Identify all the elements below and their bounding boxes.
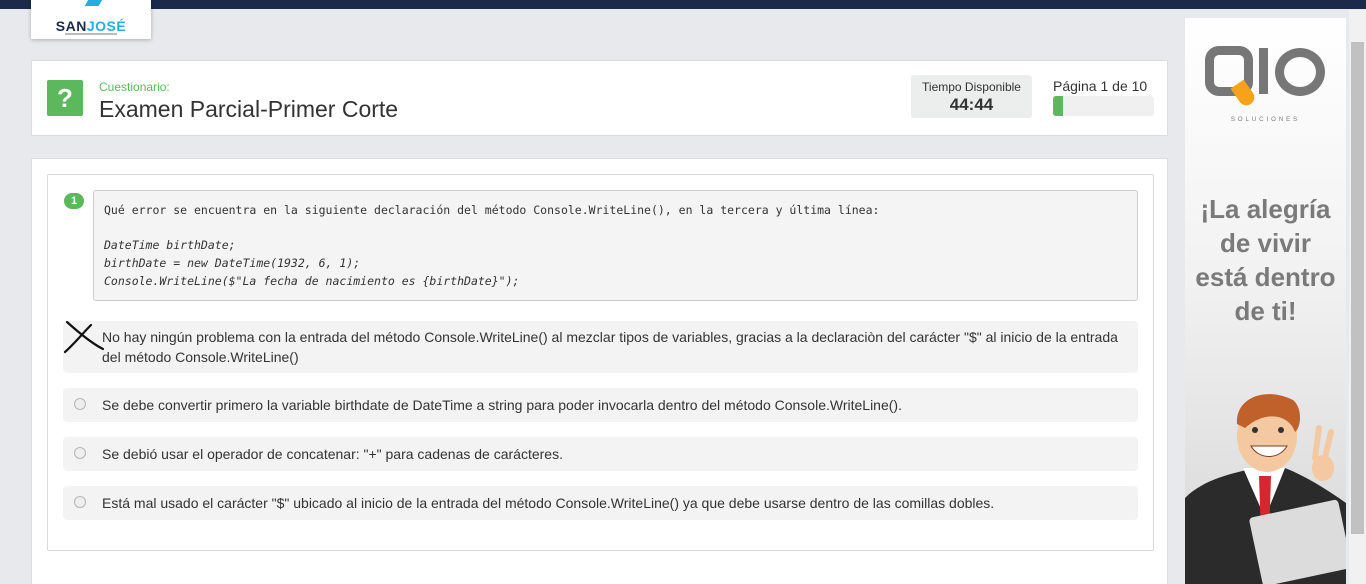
timer-label: Tiempo Disponible bbox=[922, 80, 1021, 94]
progress-bar-fill bbox=[1053, 96, 1064, 116]
answer-option[interactable]: Se debió usar el operador de concatenar:… bbox=[63, 437, 1138, 471]
question-number-badge: 1 bbox=[64, 193, 84, 209]
logo-subline bbox=[65, 33, 117, 35]
answer-option-label: Está mal usado el carácter "$" ubicado a… bbox=[102, 495, 995, 511]
question-panel: 1 Qué error se encuentra en la siguiente… bbox=[47, 174, 1154, 551]
answer-option-label: Se debió usar el operador de concatenar:… bbox=[102, 446, 563, 462]
answer-option[interactable]: No hay ningún problema con la entrada de… bbox=[63, 320, 1138, 373]
page-scrollbar[interactable] bbox=[1349, 10, 1366, 584]
code-line: DateTime birthDate; bbox=[104, 238, 236, 252]
quiz-header: ? Cuestionario: Examen Parcial-Primer Co… bbox=[31, 60, 1168, 136]
top-navbar bbox=[0, 0, 1366, 9]
radio-circle-icon[interactable] bbox=[74, 496, 86, 508]
quiz-label: Cuestionario: bbox=[99, 80, 170, 94]
question-prompt: Qué error se encuentra en la siguiente d… bbox=[104, 203, 880, 217]
answer-option-label: No hay ningún problema con la entrada de… bbox=[102, 329, 1118, 345]
code-line: birthDate = new DateTime(1932, 6, 1); bbox=[104, 256, 361, 270]
answer-option[interactable]: Está mal usado el carácter "$" ubicado a… bbox=[63, 486, 1138, 520]
progress-bar bbox=[1053, 96, 1154, 116]
scrollbar-thumb[interactable] bbox=[1351, 42, 1364, 534]
ad-logo-o-icon bbox=[1275, 48, 1325, 96]
code-line: Console.WriteLine($"La fecha de nacimien… bbox=[104, 274, 520, 288]
institution-logo[interactable]: SANJOSÉ bbox=[31, 0, 151, 39]
hand-drawn-x-icon bbox=[63, 320, 105, 354]
ad-logo-i-icon bbox=[1259, 48, 1268, 94]
question-card: 1 Qué error se encuentra en la siguiente… bbox=[31, 158, 1168, 584]
page-indicator: Página 1 de 10 bbox=[1053, 78, 1148, 94]
timer-box: Tiempo Disponible 44:44 bbox=[911, 75, 1032, 118]
answer-option[interactable]: Se debe convertir primero la variable bi… bbox=[63, 388, 1138, 422]
question-mark-icon: ? bbox=[47, 80, 83, 116]
ad-slogan: ¡La alegría de vivir está dentro de ti! bbox=[1195, 194, 1336, 326]
answer-option-label: Se debe convertir primero la variable bi… bbox=[102, 397, 902, 413]
radio-circle-icon[interactable] bbox=[74, 398, 86, 410]
ad-person-illustration bbox=[1185, 394, 1346, 584]
logo-name: SANJOSÉ bbox=[55, 18, 127, 34]
answer-option-label-cont: del método Console.WriteLine() bbox=[102, 349, 299, 365]
timer-value: 44:44 bbox=[949, 95, 994, 114]
page-title: Examen Parcial-Primer Corte bbox=[99, 96, 399, 122]
radio-circle-icon[interactable] bbox=[74, 447, 86, 459]
ad-brand-sub: SOLUCIONES bbox=[1230, 117, 1301, 123]
question-text-block: Qué error se encuentra en la siguiente d… bbox=[93, 190, 1138, 301]
advertisement-banner[interactable]: SOLUCIONES ¡La alegría de vivir está den… bbox=[1185, 18, 1346, 584]
logo-mark-icon bbox=[84, 0, 104, 6]
